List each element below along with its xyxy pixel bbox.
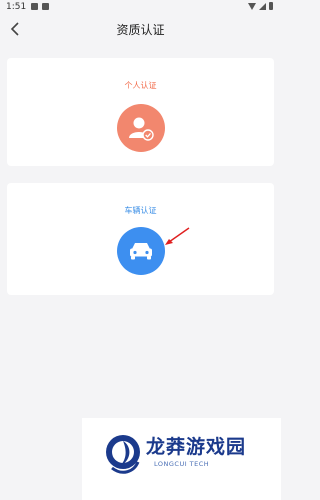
vehicle-verification-label: 车辆认证 <box>124 206 157 215</box>
signal-icon <box>259 2 266 10</box>
logo-icon <box>106 435 140 474</box>
car-icon <box>129 243 152 260</box>
notification-icon <box>42 3 49 10</box>
red-arrow-annotation <box>165 227 190 245</box>
page-title: 资质认证 <box>116 23 165 37</box>
personal-verification-label: 个人认证 <box>124 81 157 90</box>
personal-verification-button[interactable] <box>116 104 165 152</box>
user-verified-icon <box>128 117 154 141</box>
status-time: 1:51 <box>6 2 27 12</box>
personal-verification-card[interactable]: 个人认证 <box>7 58 274 166</box>
vehicle-verification-card[interactable]: 车辆认证 <box>7 183 274 295</box>
wifi-icon <box>248 2 256 10</box>
notification-icon <box>31 3 38 10</box>
watermark-subtitle: LONGCUI TECH <box>154 460 210 468</box>
status-icons <box>248 2 273 10</box>
status-bar: 1:51 <box>0 0 281 14</box>
watermark: 龙莽游戏园 LONGCUI TECH <box>82 418 281 500</box>
battery-icon <box>269 2 273 10</box>
vehicle-verification-button[interactable] <box>116 227 165 275</box>
watermark-title: 龙莽游戏园 <box>146 436 247 458</box>
nav-bar: 资质认证 <box>0 14 281 44</box>
